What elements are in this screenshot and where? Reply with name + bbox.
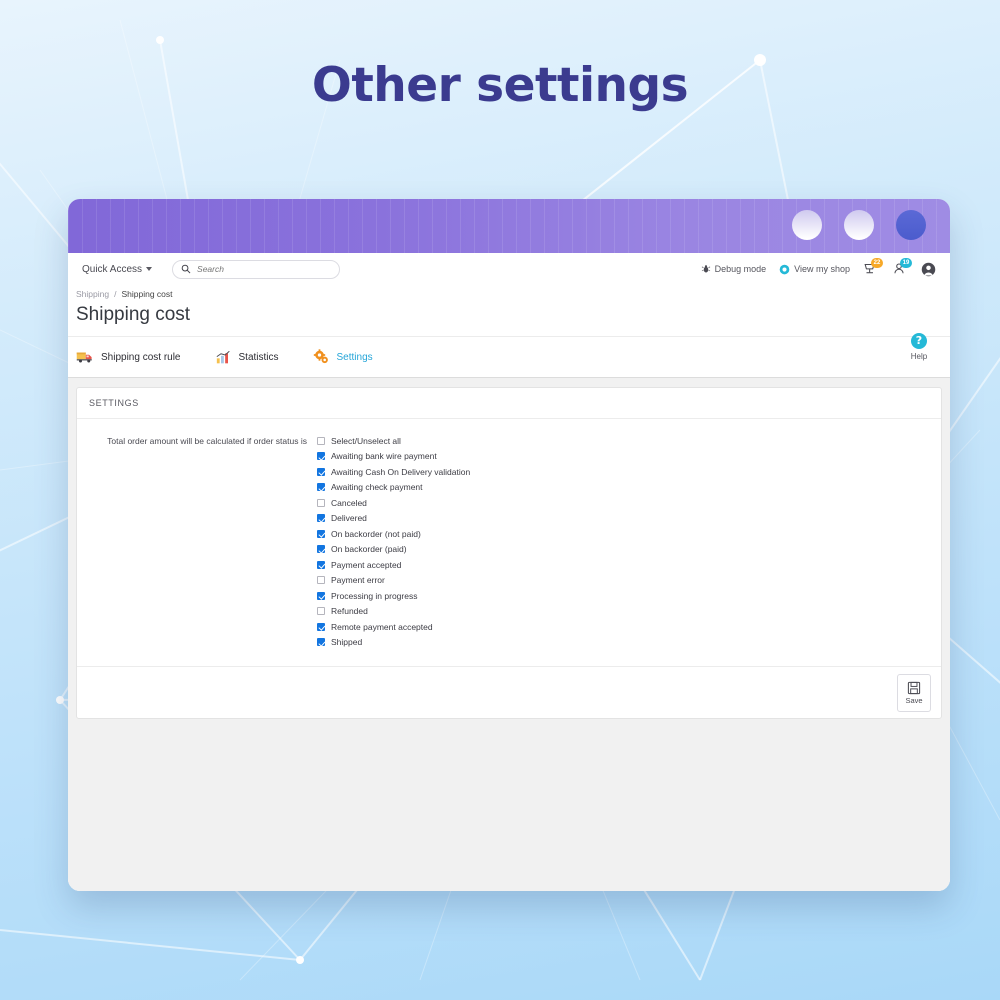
tab-shipping-cost-rule-label: Shipping cost rule	[101, 351, 181, 363]
breadcrumb-separator: /	[114, 289, 117, 299]
breadcrumb-current: Shipping cost	[121, 289, 173, 299]
debug-mode-button[interactable]: Debug mode	[701, 264, 767, 274]
order-status-option-label: Payment error	[331, 575, 385, 586]
order-status-option[interactable]: On backorder (paid)	[317, 542, 470, 558]
checkbox-icon[interactable]	[317, 638, 325, 647]
window-circle-1[interactable]	[792, 210, 822, 240]
order-status-option-label: On backorder (not paid)	[331, 528, 421, 539]
search-box[interactable]	[172, 259, 341, 279]
admin-header-bar: Quick Access Search Debug mode View my s…	[68, 253, 950, 285]
quick-access-menu[interactable]: Quick Access	[76, 261, 158, 278]
order-status-option[interactable]: Remote payment accepted	[317, 619, 470, 635]
order-status-option-label: Awaiting bank wire payment	[331, 451, 437, 462]
order-status-option[interactable]: Shipped	[317, 635, 470, 651]
order-status-option[interactable]: Canceled	[317, 495, 470, 511]
order-status-option[interactable]: Processing in progress	[317, 588, 470, 604]
tab-statistics-label: Statistics	[238, 351, 279, 363]
order-status-option-label: Processing in progress	[331, 590, 418, 601]
customers-notification-button[interactable]: 19	[892, 258, 912, 277]
quick-access-label: Quick Access	[82, 263, 143, 275]
order-status-option-label: Delivered	[331, 513, 367, 524]
page-head: Shipping / Shipping cost Shipping cost	[68, 285, 950, 336]
order-status-option[interactable]: Payment accepted	[317, 557, 470, 573]
checkbox-icon[interactable]	[317, 591, 325, 600]
order-status-option-label: Canceled	[331, 497, 367, 508]
checkbox-icon[interactable]	[317, 514, 325, 523]
order-status-option-label: Shipped	[331, 637, 363, 648]
settings-panel-body: Total order amount will be calculated if…	[77, 419, 941, 666]
bug-icon	[701, 265, 710, 273]
order-status-option-label: Select/Unselect all	[331, 435, 401, 446]
page-title: Shipping cost	[76, 304, 191, 325]
account-icon[interactable]	[921, 262, 936, 277]
bar-chart-icon	[216, 350, 230, 363]
floppy-disk-icon	[907, 681, 921, 694]
breadcrumb: Shipping / Shipping cost	[76, 289, 950, 299]
order-status-option-label: Refunded	[331, 606, 368, 617]
header-tools: Debug mode View my shop 22 19	[701, 258, 936, 277]
checkbox-icon[interactable]	[317, 436, 325, 445]
gears-icon	[313, 349, 328, 364]
page-hero-title: Other settings	[311, 58, 689, 113]
breadcrumb-parent[interactable]: Shipping	[76, 289, 109, 299]
help-icon: ?	[911, 333, 927, 349]
order-status-checkbox-list: Select/Unselect all Awaiting bank wire pa…	[317, 433, 470, 650]
checkbox-icon[interactable]	[317, 483, 325, 492]
checkbox-icon[interactable]	[317, 529, 325, 538]
checkbox-icon[interactable]	[317, 607, 325, 616]
order-status-option[interactable]: Refunded	[317, 604, 470, 620]
checkbox-icon[interactable]	[317, 622, 325, 631]
checkbox-icon[interactable]	[317, 498, 325, 507]
orders-notification-button[interactable]: 22	[863, 258, 883, 277]
checkbox-icon[interactable]	[317, 452, 325, 461]
settings-panel: SETTINGS Total order amount will be calc…	[76, 387, 942, 719]
chevron-down-icon	[146, 267, 153, 271]
tab-statistics[interactable]: Statistics	[215, 350, 279, 365]
checkbox-icon[interactable]	[317, 576, 325, 585]
order-status-option-label: Awaiting check payment	[331, 482, 423, 493]
order-status-form-label: Total order amount will be calculated if…	[107, 436, 307, 446]
search-icon	[181, 264, 191, 274]
help-button[interactable]: ? Help	[902, 333, 936, 361]
order-status-option[interactable]: Awaiting check payment	[317, 480, 470, 496]
order-status-option-label: Payment accepted	[331, 559, 402, 570]
order-status-option[interactable]: Payment error	[317, 573, 470, 589]
tab-shipping-cost-rule[interactable]: Shipping cost rule	[76, 350, 181, 364]
order-status-option[interactable]: Awaiting bank wire payment	[317, 449, 470, 465]
order-status-option[interactable]: Select/Unselect all	[317, 433, 470, 449]
orders-badge-count: 22	[871, 258, 883, 268]
order-status-option[interactable]: Awaiting Cash On Delivery validation	[317, 464, 470, 480]
tab-settings[interactable]: Settings	[313, 349, 373, 365]
save-button-label: Save	[905, 695, 923, 705]
view-my-shop-label: View my shop	[794, 264, 850, 274]
browser-chrome-bar	[68, 199, 950, 253]
order-status-option-label: On backorder (paid)	[331, 544, 407, 555]
window-circle-3[interactable]	[896, 210, 926, 240]
settings-panel-header: SETTINGS	[77, 388, 941, 419]
customers-badge-count: 19	[900, 258, 912, 268]
admin-app: Quick Access Search Debug mode View my s…	[68, 253, 950, 891]
order-status-option[interactable]: On backorder (not paid)	[317, 526, 470, 542]
tab-bar: Shipping cost rule Statistics Settings	[68, 336, 950, 378]
search-input[interactable]	[197, 264, 318, 274]
settings-panel-footer: Save	[77, 666, 941, 718]
order-status-option-label: Awaiting Cash On Delivery validation	[331, 466, 471, 477]
tab-settings-label: Settings	[336, 351, 373, 363]
checkbox-icon[interactable]	[317, 467, 325, 476]
window-circle-2[interactable]	[844, 210, 874, 240]
view-my-shop-button[interactable]: View my shop	[779, 264, 850, 275]
eye-icon	[779, 264, 790, 274]
page-content: SETTINGS Total order amount will be calc…	[68, 378, 950, 891]
save-button[interactable]: Save	[897, 673, 931, 712]
checkbox-icon[interactable]	[317, 545, 325, 554]
help-label: Help	[910, 352, 928, 361]
order-status-option-label: Remote payment accepted	[331, 621, 433, 632]
debug-mode-label: Debug mode	[714, 264, 767, 274]
window-controls[interactable]	[792, 210, 926, 240]
browser-window: Quick Access Search Debug mode View my s…	[68, 199, 950, 891]
truck-icon	[76, 352, 92, 363]
order-status-option[interactable]: Delivered	[317, 511, 470, 527]
checkbox-icon[interactable]	[317, 560, 325, 569]
